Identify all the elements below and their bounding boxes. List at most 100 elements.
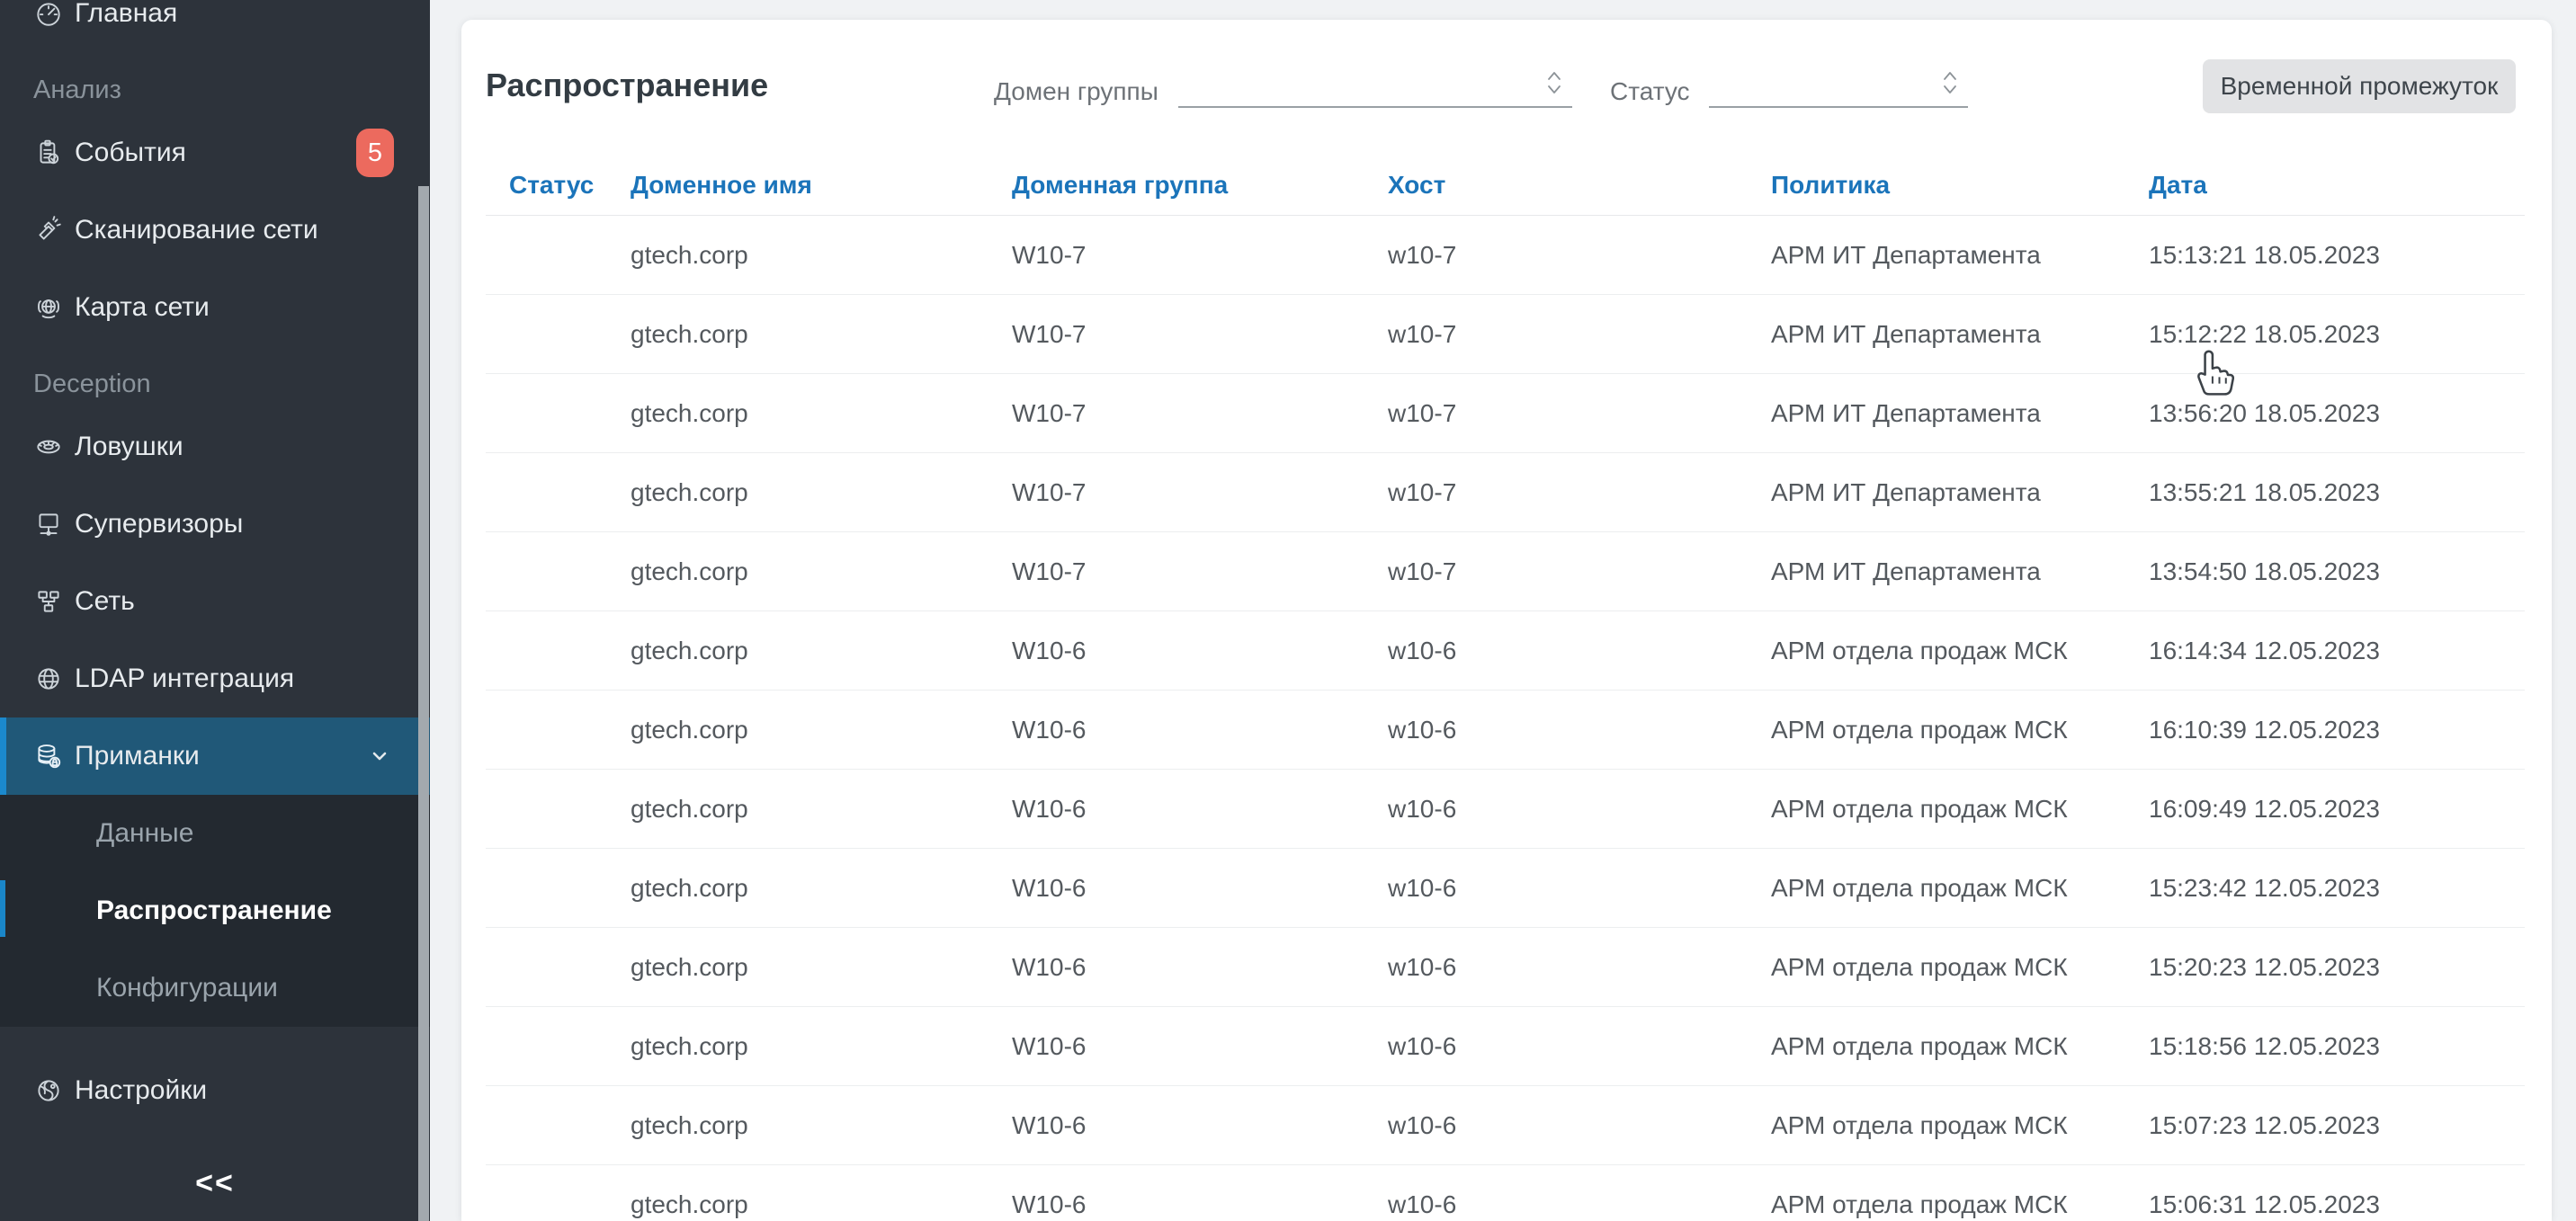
column-header-host[interactable]: Хост (1388, 171, 1771, 200)
domain-name-cell: gtech.corp (631, 399, 1012, 428)
host-cell: w10-6 (1388, 1111, 1771, 1140)
sidebar-nav: Главная Анализ События 5 Сканирование с (0, 0, 430, 1219)
page-root: { "colors": { "accent_blue": "#1b74ba", … (0, 0, 2576, 1221)
content-card: Распространение Домен группы Статус Врем… (461, 20, 2552, 1221)
table-row[interactable]: gtech.corp W10-6 w10-6 АРМ отдела продаж… (486, 770, 2525, 849)
column-header-domain-group[interactable]: Доменная группа (1012, 171, 1388, 200)
domain-group-cell: W10-7 (1012, 241, 1388, 270)
sidebar-collapse-button[interactable]: << (0, 1147, 430, 1219)
table-row[interactable]: gtech.corp W10-6 w10-6 АРМ отдела продаж… (486, 1165, 2525, 1221)
table-row[interactable]: gtech.corp W10-6 w10-6 АРМ отдела продаж… (486, 928, 2525, 1007)
table-row[interactable]: gtech.corp W10-6 w10-6 АРМ отдела продаж… (486, 611, 2525, 691)
date-cell: 15:06:31 12.05.2023 (2149, 1190, 2525, 1219)
domain-group-cell: W10-7 (1012, 399, 1388, 428)
distribution-table: Статус Доменное имя Доменная группа Хост… (486, 155, 2525, 1221)
network-nodes-icon (33, 586, 64, 617)
table-row[interactable]: gtech.corp W10-7 w10-7 АРМ ИТ Департамен… (486, 295, 2525, 374)
domain-group-cell: W10-7 (1012, 478, 1388, 507)
column-header-status[interactable]: Статус (509, 171, 631, 200)
sidebar-item-supervisors[interactable]: Супервизоры (0, 486, 430, 563)
policy-cell: АРМ отдела продаж МСК (1771, 874, 2149, 903)
sidebar-item-label: Сканирование сети (75, 215, 318, 245)
domain-group-cell: W10-6 (1012, 1111, 1388, 1140)
table-row[interactable]: gtech.corp W10-7 w10-7 АРМ ИТ Департамен… (486, 216, 2525, 295)
sidebar-item-ldap-integration[interactable]: LDAP интеграция (0, 640, 430, 717)
select-unfold-icon (1542, 67, 1567, 99)
trap-icon (33, 432, 64, 462)
status-cell (509, 874, 631, 903)
date-cell: 15:12:22 18.05.2023 (2149, 320, 2525, 349)
sidebar-item-network-scan[interactable]: Сканирование сети (0, 192, 430, 269)
date-cell: 16:14:34 12.05.2023 (2149, 637, 2525, 665)
status-cell (509, 795, 631, 824)
chevron-down-icon (365, 742, 394, 771)
time-range-button[interactable]: Временной промежуток (2203, 59, 2516, 113)
domain-group-cell: W10-6 (1012, 953, 1388, 982)
sidebar-subitem-distribution[interactable]: Распространение (0, 872, 430, 949)
sidebar-item-traps[interactable]: Ловушки (0, 408, 430, 486)
sidebar-section-analysis: Анализ (0, 52, 430, 114)
status-filter-label: Статус (1610, 77, 1690, 106)
domain-name-cell: gtech.corp (631, 320, 1012, 349)
status-select[interactable] (1709, 61, 1968, 108)
sidebar-item-events[interactable]: События 5 (0, 114, 430, 192)
domain-group-cell: W10-6 (1012, 795, 1388, 824)
domain-group-cell: W10-6 (1012, 637, 1388, 665)
status-cell (509, 1111, 631, 1140)
column-header-date[interactable]: Дата (2149, 171, 2525, 200)
select-unfold-icon (1937, 67, 1963, 99)
status-cell (509, 557, 631, 586)
domain-group-cell: W10-6 (1012, 874, 1388, 903)
policy-cell: АРМ отдела продаж МСК (1771, 1190, 2149, 1219)
flashlight-icon (33, 215, 64, 245)
sidebar-item-label: Главная (75, 0, 177, 29)
sidebar-item-label: Конфигурации (96, 973, 278, 1003)
policy-cell: АРМ отдела продаж МСК (1771, 637, 2149, 665)
page-title: Распространение (486, 67, 768, 104)
column-header-policy[interactable]: Политика (1771, 171, 2149, 200)
status-cell (509, 1190, 631, 1219)
date-cell: 13:56:20 18.05.2023 (2149, 399, 2525, 428)
domain-group-select[interactable] (1178, 61, 1572, 108)
sidebar-subitem-configurations[interactable]: Конфигурации (0, 949, 430, 1027)
database-lock-icon (33, 741, 64, 771)
table-header-row: Статус Доменное имя Доменная группа Хост… (486, 155, 2525, 216)
sidebar-item-label: Карта сети (75, 292, 210, 323)
domain-name-cell: gtech.corp (631, 241, 1012, 270)
domain-group-cell: W10-6 (1012, 1032, 1388, 1061)
table-row[interactable]: gtech.corp W10-7 w10-7 АРМ ИТ Департамен… (486, 374, 2525, 453)
table-row[interactable]: gtech.corp W10-7 w10-7 АРМ ИТ Департамен… (486, 453, 2525, 532)
sidebar-item-network[interactable]: Сеть (0, 563, 430, 640)
domain-group-cell: W10-6 (1012, 1190, 1388, 1219)
sidebar-scrollbar-thumb[interactable] (418, 186, 429, 1221)
sidebar-item-label: Ловушки (75, 432, 183, 462)
domain-name-cell: gtech.corp (631, 716, 1012, 744)
domain-name-cell: gtech.corp (631, 557, 1012, 586)
sidebar-item-network-map[interactable]: Карта сети (0, 269, 430, 346)
host-cell: w10-7 (1388, 557, 1771, 586)
domain-name-cell: gtech.corp (631, 953, 1012, 982)
sidebar-item-settings[interactable]: Настройки (0, 1052, 430, 1129)
policy-cell: АРМ отдела продаж МСК (1771, 1111, 2149, 1140)
globe-icon (33, 664, 64, 694)
table-row[interactable]: gtech.corp W10-6 w10-6 АРМ отдела продаж… (486, 1086, 2525, 1165)
column-header-domain-name[interactable]: Доменное имя (631, 171, 1012, 200)
table-row[interactable]: gtech.corp W10-7 w10-7 АРМ ИТ Департамен… (486, 532, 2525, 611)
network-map-icon (33, 292, 64, 323)
content-header: Распространение Домен группы Статус Врем… (461, 20, 2552, 155)
gauge-icon (33, 0, 64, 29)
table-body: gtech.corp W10-7 w10-7 АРМ ИТ Департамен… (486, 216, 2525, 1221)
sidebar-item-lures[interactable]: Приманки (0, 717, 430, 795)
date-cell: 15:07:23 12.05.2023 (2149, 1111, 2525, 1140)
host-cell: w10-6 (1388, 1032, 1771, 1061)
sidebar-subitem-data[interactable]: Данные (0, 795, 430, 872)
table-row[interactable]: gtech.corp W10-6 w10-6 АРМ отдела продаж… (486, 849, 2525, 928)
sidebar-item-label: Данные (96, 818, 193, 849)
host-cell: w10-6 (1388, 874, 1771, 903)
table-row[interactable]: gtech.corp W10-6 w10-6 АРМ отдела продаж… (486, 1007, 2525, 1086)
status-cell (509, 1032, 631, 1061)
table-row[interactable]: gtech.corp W10-6 w10-6 АРМ отдела продаж… (486, 691, 2525, 770)
sidebar: Главная Анализ События 5 Сканирование с (0, 0, 430, 1221)
sidebar-item-home[interactable]: Главная (0, 0, 430, 52)
status-cell (509, 716, 631, 744)
